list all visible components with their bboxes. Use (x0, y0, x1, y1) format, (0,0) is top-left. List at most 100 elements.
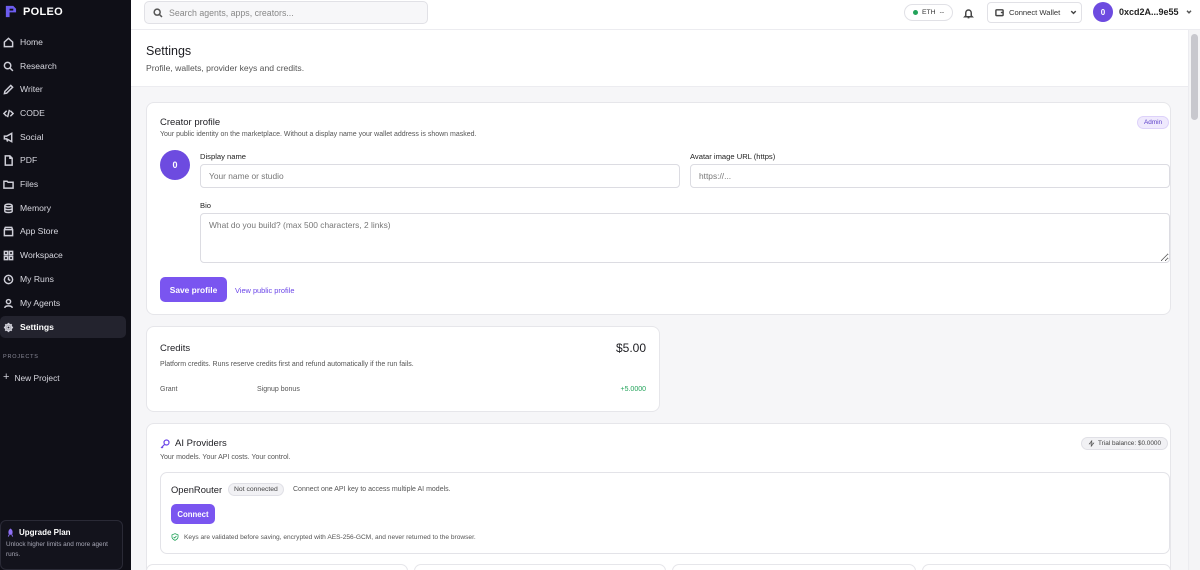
ai-providers-title: AI Providers (175, 438, 227, 449)
file-icon (4, 154, 13, 166)
sidebar-item-my-agents[interactable]: My Agents (0, 292, 126, 314)
home-icon (3, 36, 14, 47)
search-icon (153, 7, 163, 18)
network-selector[interactable]: ETH -- (904, 4, 954, 21)
sidebar-item-memory[interactable]: Memory (0, 197, 126, 219)
sidebar-item-social[interactable]: Social (0, 126, 126, 148)
ai-providers-card: AI Providers Your models. Your API costs… (146, 423, 1171, 570)
credits-subtitle: Platform credits. Runs reserve credits f… (160, 361, 414, 368)
network-status-dot (913, 10, 918, 15)
security-note: Keys are validated before saving, encryp… (171, 533, 476, 541)
sidebar-item-research[interactable]: Research (0, 55, 126, 77)
scrollbar-thumb[interactable] (1191, 34, 1198, 120)
sidebar-item-files[interactable]: Files (0, 173, 126, 195)
credits-title: Credits (160, 343, 191, 354)
wallet-icon (995, 9, 1004, 17)
display-name-label: Display name (200, 152, 247, 161)
connect-provider-button[interactable]: Connect (171, 504, 215, 524)
trial-balance-badge: Trial balance: $0.0000 (1081, 437, 1169, 450)
view-public-profile-link[interactable]: View public profile (235, 286, 294, 295)
sidebar-item-label: My Runs (20, 274, 54, 284)
sidebar-item-pdf[interactable]: PDF (0, 149, 126, 171)
trial-balance-text: Trial balance: $0.0000 (1098, 440, 1162, 447)
connect-wallet-button[interactable]: Connect Wallet (987, 2, 1082, 23)
new-project-button[interactable]: + New Project (3, 372, 60, 383)
sidebar-item-label: Home (20, 37, 43, 47)
sidebar-item-label: Research (20, 61, 57, 71)
clock-icon (3, 274, 14, 284)
upgrade-desc: Unlock higher limits and more agent runs… (6, 541, 108, 558)
credits-amount: $5.00 (615, 341, 646, 355)
sidebar-item-label: Workspace (20, 250, 63, 260)
sidebar-item-label: Memory (20, 203, 52, 213)
save-profile-button[interactable]: Save profile (160, 277, 227, 302)
sidebar-item-label: Settings (20, 322, 54, 332)
card-preview (672, 564, 916, 570)
megaphone-icon (3, 131, 13, 143)
database-icon (4, 202, 13, 213)
card-preview (146, 564, 408, 570)
code-icon (3, 109, 14, 117)
sidebar-item-label: CODE (20, 108, 45, 118)
upgrade-plan-card[interactable]: Upgrade Plan Unlock higher limits and mo… (0, 520, 123, 570)
main-content: Settings Profile, wallets, provider keys… (131, 30, 1188, 570)
account-menu[interactable]: 0 0xcd2A...9e55 (1093, 2, 1193, 22)
search-bar[interactable] (144, 1, 428, 24)
search-icon (3, 61, 14, 71)
sidebar-item-settings[interactable]: Settings (0, 316, 126, 338)
sidebar-item-code[interactable]: CODE (0, 102, 126, 124)
sidebar-item-label: PDF (20, 155, 38, 165)
sidebar: POLEO Home Research Writer CODE Social P… (0, 0, 131, 570)
topbar: ETH -- Connect Wallet 0 0xcd2A...9e55 (131, 0, 1200, 30)
agents-icon (3, 298, 14, 308)
sidebar-item-label: My Agents (20, 298, 61, 308)
sidebar-item-home[interactable]: Home (0, 31, 126, 53)
security-note-text: Keys are validated before saving, encryp… (184, 533, 476, 541)
connect-wallet-label: Connect Wallet (1009, 8, 1061, 17)
notifications-button[interactable] (963, 6, 975, 19)
provider-name: OpenRouter (171, 484, 223, 495)
page-header: Settings Profile, wallets, provider keys… (131, 30, 1188, 87)
network-status: -- (939, 9, 945, 16)
gear-icon (3, 322, 14, 332)
sidebar-item-label: App Store (20, 226, 59, 236)
ai-providers-subtitle: Your models. Your API costs. Your contro… (160, 454, 291, 461)
shield-check-icon (171, 533, 179, 541)
plus-icon: + (3, 371, 10, 383)
credits-card: Credits $5.00 Platform credits. Runs res… (146, 326, 660, 412)
creator-profile-card: Creator profile Your public identity on … (146, 102, 1171, 315)
new-project-label: New Project (14, 372, 60, 383)
sidebar-item-label: Files (20, 179, 39, 189)
wallet-address: 0xcd2A...9e55 (1119, 7, 1179, 17)
bio-textarea[interactable] (200, 213, 1170, 263)
avatar-url-input[interactable] (690, 164, 1170, 188)
credit-row-amount: +5.0000 (620, 386, 647, 393)
upgrade-title: Upgrade Plan (6, 528, 117, 537)
credit-row-type: Grant (160, 386, 178, 393)
main-scrollbar[interactable] (1188, 30, 1200, 570)
ai-providers-header: AI Providers (160, 438, 227, 449)
sidebar-item-label: Social (20, 132, 44, 142)
brand[interactable]: POLEO (4, 5, 63, 18)
provider-status-badge: Not connected (228, 483, 284, 496)
creator-profile-title: Creator profile (160, 117, 221, 128)
sidebar-item-workspace[interactable]: Workspace (0, 244, 126, 266)
sidebar-item-my-runs[interactable]: My Runs (0, 268, 126, 290)
sidebar-item-label: Writer (20, 84, 43, 94)
admin-badge: Admin (1137, 116, 1170, 129)
sidebar-item-writer[interactable]: Writer (0, 78, 126, 100)
provider-desc: Connect one API key to access multiple A… (293, 486, 451, 493)
card-preview (922, 564, 1171, 570)
avatar-url-label: Avatar image URL (https) (690, 152, 776, 161)
display-name-input[interactable] (200, 164, 680, 188)
bio-label: Bio (200, 201, 211, 210)
creator-profile-subtitle: Your public identity on the marketplace.… (160, 131, 477, 138)
bell-icon (963, 9, 974, 19)
key-icon (160, 438, 170, 448)
search-input[interactable] (169, 7, 409, 18)
network-name: ETH (922, 9, 936, 16)
grid-icon (3, 250, 14, 260)
page-subtitle: Profile, wallets, provider keys and cred… (146, 63, 305, 73)
projects-label: PROJECTS (3, 354, 39, 360)
sidebar-item-app-store[interactable]: App Store (0, 220, 126, 242)
